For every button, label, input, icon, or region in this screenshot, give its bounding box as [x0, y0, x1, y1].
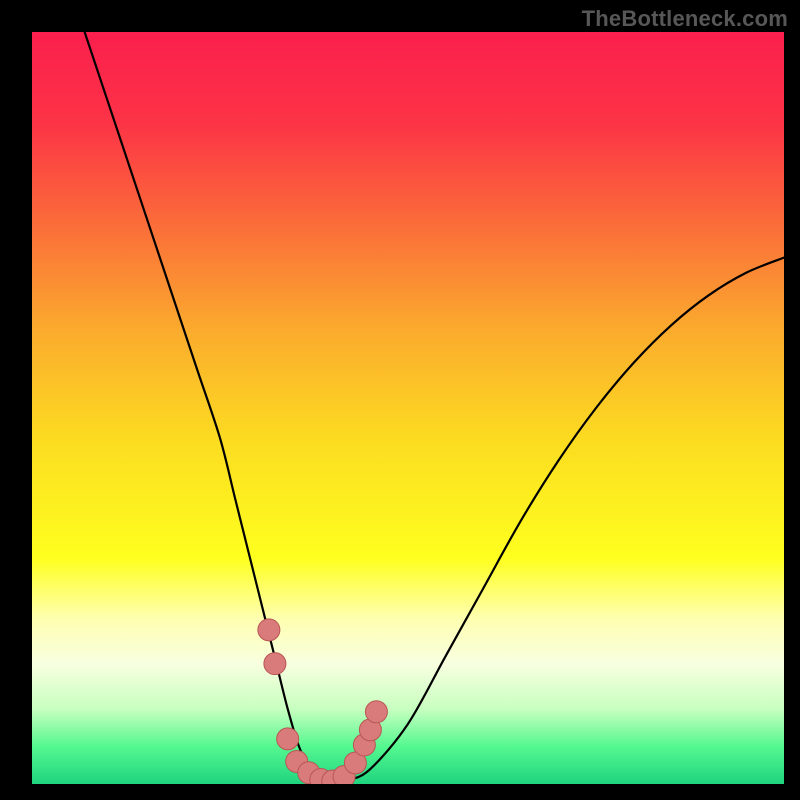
watermark-text: TheBottleneck.com [582, 6, 788, 32]
plot-area [32, 32, 784, 784]
data-marker [365, 701, 387, 723]
bottleneck-curve [85, 32, 784, 782]
data-markers [258, 619, 388, 784]
curve-layer [32, 32, 784, 784]
data-marker [258, 619, 280, 641]
data-marker [277, 728, 299, 750]
data-marker [264, 653, 286, 675]
chart-frame: TheBottleneck.com [0, 0, 800, 800]
